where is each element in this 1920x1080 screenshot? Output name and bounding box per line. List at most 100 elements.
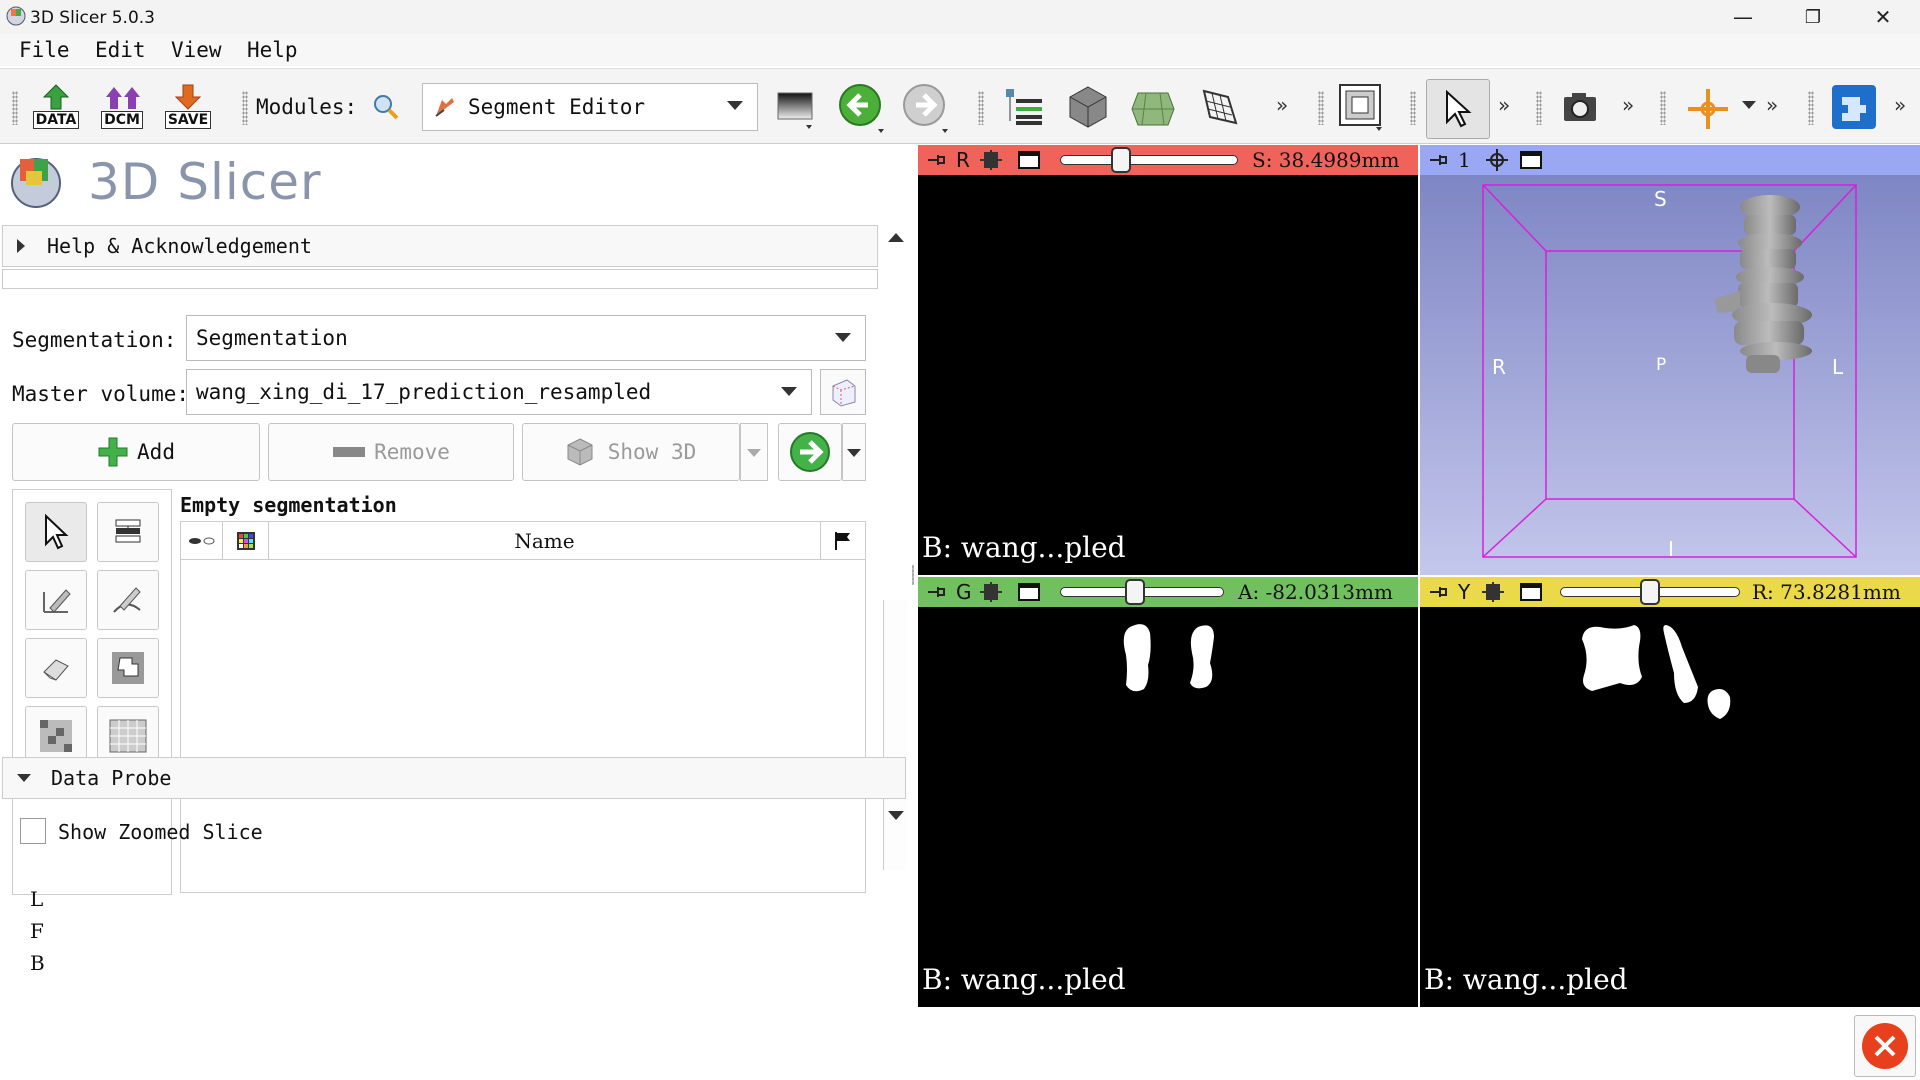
mouse-mode-button[interactable] xyxy=(1426,79,1490,139)
green-view-canvas[interactable]: B: wang...pled xyxy=(918,607,1418,1007)
maximize-button[interactable]: ❐ xyxy=(1782,0,1844,34)
yellow-view-canvas[interactable]: B: wang...pled xyxy=(1420,607,1920,1007)
toolbar-grip[interactable] xyxy=(1536,91,1542,125)
no-editing-tool[interactable] xyxy=(25,502,87,562)
red-view-canvas[interactable]: B: wang...pled xyxy=(918,175,1418,575)
error-log-button[interactable] xyxy=(1854,1015,1916,1077)
master-volume-selector[interactable]: wang_xing_di_17_prediction_resampled xyxy=(186,369,812,415)
scrollbar-thumb[interactable] xyxy=(883,600,907,870)
scroll-down-icon[interactable] xyxy=(888,811,904,820)
maximize-view-icon[interactable] xyxy=(1018,583,1040,601)
slice-offset-slider[interactable] xyxy=(1060,155,1238,165)
toolbar-overflow-button[interactable]: » xyxy=(1766,93,1778,117)
segmentations-dropdown[interactable] xyxy=(842,423,866,481)
close-window-button[interactable]: ✕ xyxy=(1852,0,1914,34)
level-tracing-tool[interactable] xyxy=(97,638,159,698)
color-column-header[interactable] xyxy=(223,522,269,560)
show-3d-button[interactable]: Show 3D xyxy=(522,423,740,481)
panel-splitter[interactable] xyxy=(908,145,918,1000)
toolbar-grip[interactable] xyxy=(978,91,984,125)
pin-icon[interactable] xyxy=(1430,154,1448,166)
toolbar-grip[interactable] xyxy=(12,91,18,125)
orientation-r: R xyxy=(1492,355,1506,379)
link-icon[interactable] xyxy=(980,582,1002,602)
forward-button[interactable] xyxy=(902,83,950,139)
module-selector[interactable]: Segment Editor xyxy=(422,83,758,131)
extensions-button[interactable] xyxy=(1830,83,1878,135)
probe-line-b: B xyxy=(30,951,45,975)
show-3d-icon xyxy=(567,438,593,466)
minimize-button[interactable]: — xyxy=(1712,0,1774,34)
visibility-column-header[interactable] xyxy=(181,522,223,560)
link-icon[interactable] xyxy=(1482,582,1504,602)
menu-view[interactable]: View xyxy=(171,38,222,62)
models-module-button[interactable] xyxy=(1130,85,1176,133)
red-slice-view[interactable]: R S: 38.4989mm B: wang...pled xyxy=(918,145,1418,575)
maximize-view-icon[interactable] xyxy=(1520,151,1542,169)
center-view-icon[interactable] xyxy=(1486,149,1508,171)
add-segment-button[interactable]: Add xyxy=(12,423,260,481)
toolbar-overflow-button[interactable]: » xyxy=(1894,93,1906,117)
module-search-icon[interactable] xyxy=(372,93,400,125)
chevron-down-icon xyxy=(781,387,797,396)
help-section-header[interactable]: Help & Acknowledgement xyxy=(2,225,878,267)
eye-icon xyxy=(188,537,214,545)
maximize-view-icon[interactable] xyxy=(1018,151,1040,169)
menu-file[interactable]: File xyxy=(19,38,70,62)
scroll-up-icon[interactable] xyxy=(888,233,904,242)
slice-offset-knob[interactable] xyxy=(1124,579,1145,605)
toolbar-grip[interactable] xyxy=(1808,91,1814,125)
paint-tool[interactable] xyxy=(25,570,87,630)
threshold-tool[interactable] xyxy=(97,502,159,562)
segmentation-selector[interactable]: Segmentation xyxy=(186,315,866,361)
remove-segment-button[interactable]: Remove xyxy=(268,423,514,481)
toolbar-grip[interactable] xyxy=(1318,91,1324,125)
3d-view-canvas[interactable]: S R P L I xyxy=(1420,175,1920,575)
transforms-module-button[interactable] xyxy=(1200,87,1240,131)
green-slice-view[interactable]: G A: -82.0313mm B: wang...pled xyxy=(918,577,1418,1007)
slice-offset-knob[interactable] xyxy=(1110,147,1131,173)
crosshair-dropdown-icon[interactable] xyxy=(1742,101,1756,109)
layout-button[interactable] xyxy=(1338,83,1386,137)
draw-tool[interactable] xyxy=(97,570,159,630)
chevron-down-icon xyxy=(835,333,851,342)
status-column-header[interactable] xyxy=(821,522,865,560)
menu-help[interactable]: Help xyxy=(247,38,298,62)
slice-offset-knob[interactable] xyxy=(1640,579,1660,605)
load-data-button[interactable]: DATA xyxy=(30,79,82,133)
screenshot-button[interactable] xyxy=(1562,89,1600,129)
pin-icon[interactable] xyxy=(928,154,946,166)
dicom-button[interactable]: DCM xyxy=(96,79,148,133)
toolbar-overflow-button[interactable]: » xyxy=(1276,93,1288,117)
yellow-slice-view[interactable]: Y R: 73.8281mm B: wang...pled xyxy=(1420,577,1920,1007)
volumes-module-button[interactable] xyxy=(1066,85,1110,133)
empty-segmentation-label: Empty segmentation xyxy=(180,493,397,517)
save-button[interactable]: SAVE xyxy=(162,79,214,133)
segments-table[interactable]: Name xyxy=(180,521,866,893)
toolbar-grip[interactable] xyxy=(1410,91,1416,125)
pin-icon[interactable] xyxy=(928,586,946,598)
toolbar-overflow-button[interactable]: » xyxy=(1622,93,1634,117)
window-level-button[interactable] xyxy=(776,89,816,133)
data-module-button[interactable] xyxy=(1004,87,1044,131)
3d-view[interactable]: 1 S R P L I xyxy=(1420,145,1920,575)
master-volume-geometry-button[interactable] xyxy=(820,369,866,415)
crosshair-button[interactable] xyxy=(1686,87,1730,135)
toolbar-overflow-button[interactable]: » xyxy=(1498,93,1510,117)
show-zoomed-slice-checkbox[interactable] xyxy=(20,818,46,844)
menu-edit[interactable]: Edit xyxy=(95,38,146,62)
name-column-header[interactable]: Name xyxy=(269,522,821,560)
show-3d-dropdown[interactable] xyxy=(740,423,768,481)
plus-icon xyxy=(98,437,128,467)
green-view-controller: G A: -82.0313mm xyxy=(918,577,1418,607)
data-probe-section-header[interactable]: Data Probe xyxy=(2,757,906,799)
back-button[interactable] xyxy=(838,83,886,139)
toolbar-grip[interactable] xyxy=(242,91,248,125)
help-collapsed-area xyxy=(2,269,878,289)
maximize-view-icon[interactable] xyxy=(1520,583,1542,601)
erase-tool[interactable] xyxy=(25,638,87,698)
link-icon[interactable] xyxy=(980,150,1002,170)
pin-icon[interactable] xyxy=(1430,586,1448,598)
segmentations-module-button[interactable] xyxy=(778,423,842,481)
toolbar-grip[interactable] xyxy=(1660,91,1666,125)
